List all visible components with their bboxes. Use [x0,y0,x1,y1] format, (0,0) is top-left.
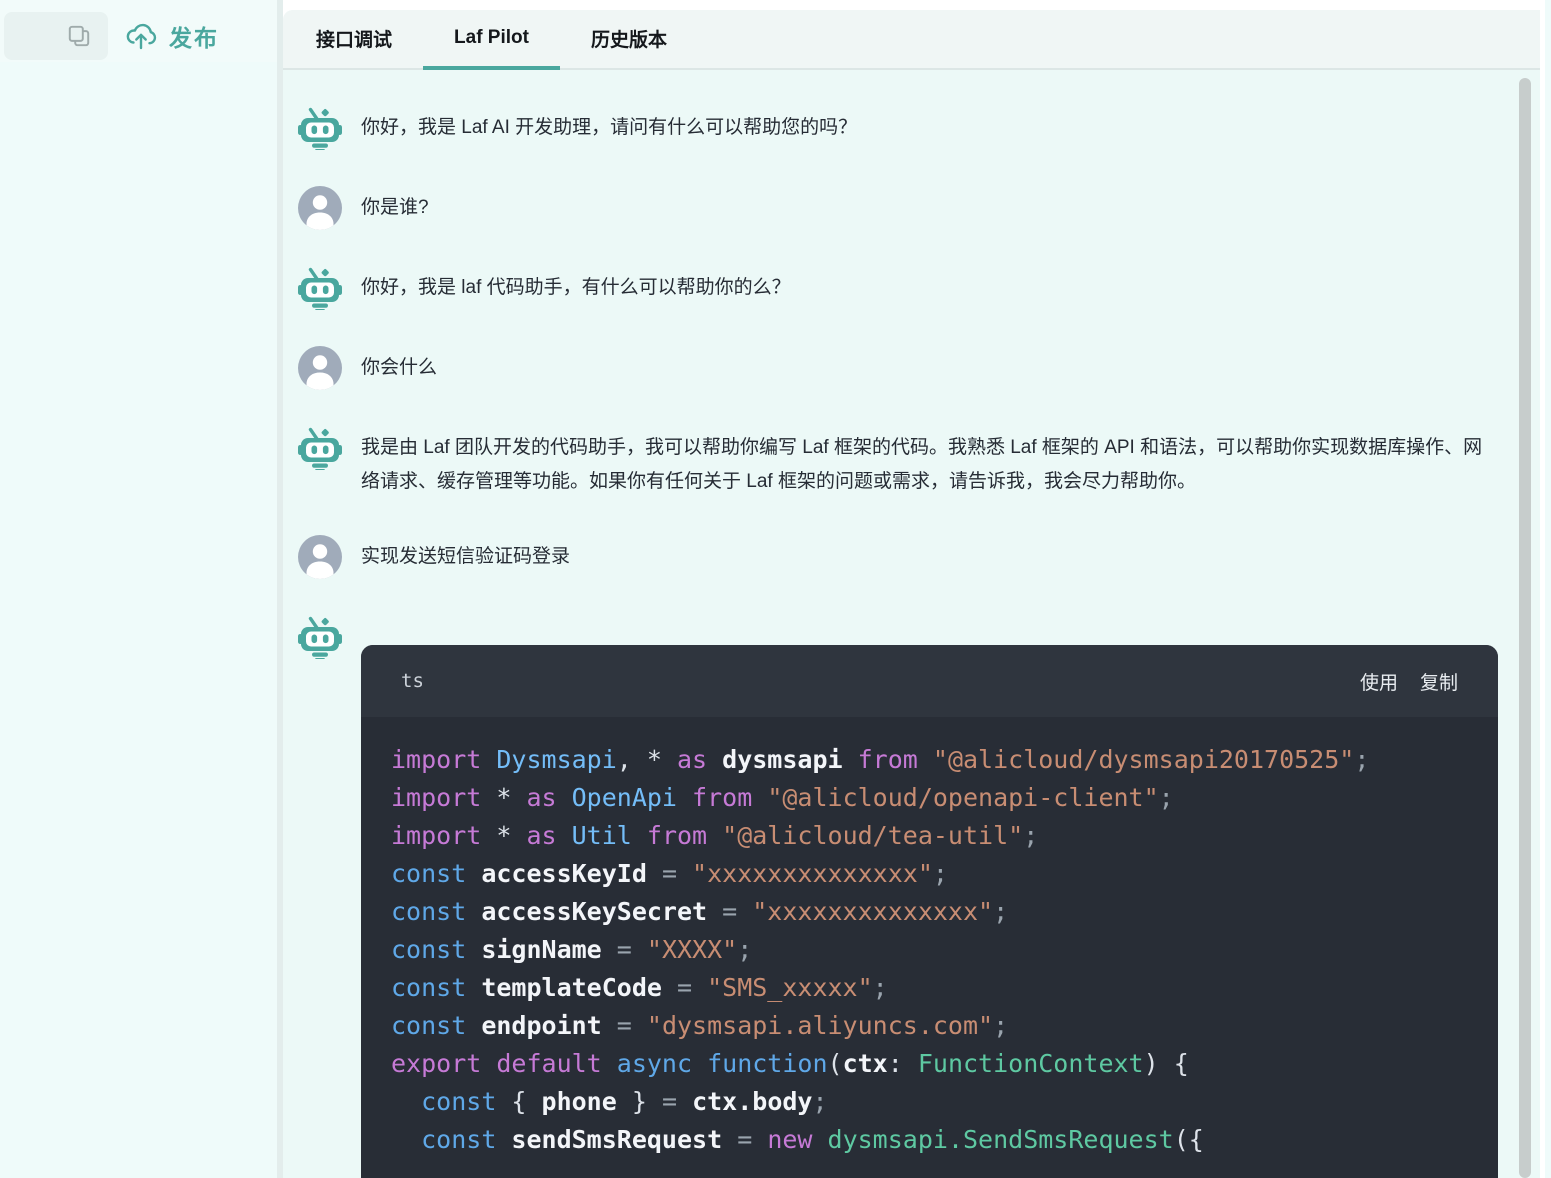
publish-button[interactable]: 发布 [116,12,227,60]
chat-area: 你好，我是 Laf AI 开发助理，请问有什么可以帮助您的吗？ 你是谁? 你好，… [283,70,1540,1178]
message-text: 你会什么 [361,351,437,385]
code-line: import * as Util from "@alicloud/tea-uti… [391,817,1468,855]
code-line: const accessKeyId = "xxxxxxxxxxxxxx"; [391,855,1468,893]
bot-avatar-icon [298,615,342,659]
message-text: 你是谁? [361,191,429,225]
code-copy-button[interactable]: 复制 [1420,668,1458,695]
code-block: ts 使用复制 import Dysmsapi, * as dysmsapi fro… [361,645,1498,1178]
chat-message-user: 你是谁? [298,186,1540,230]
message-text: 我是由 Laf 团队开发的代码助手，我可以帮助你编写 Laf 框架的代码。我熟悉… [361,431,1500,499]
code-actions: 使用复制 [1360,668,1458,695]
scrollbar-thumb[interactable] [1519,78,1531,1178]
chat-message-user: 实现发送短信验证码登录 [298,535,1540,579]
message-content: 你好，我是 laf 代码助手，有什么可以帮助你的么？ [361,266,791,305]
tab-history[interactable]: 历史版本 [560,10,698,70]
chat-message-bot: 你好，我是 Laf AI 开发助理，请问有什么可以帮助您的吗？ [298,106,1540,150]
code-line: import * as OpenApi from "@alicloud/open… [391,779,1468,817]
bot-avatar [298,266,342,310]
user-avatar [298,346,342,390]
bot-avatar-icon [298,426,342,470]
message-content: 你会什么 [361,346,437,385]
bot-avatar [298,426,342,470]
user-avatar [298,186,342,230]
message-content: 我是由 Laf 团队开发的代码助手，我可以帮助你编写 Laf 框架的代码。我熟悉… [361,426,1500,499]
user-avatar [298,535,342,579]
user-avatar-icon [298,346,342,390]
bot-avatar [298,106,342,150]
user-avatar-icon [298,535,342,579]
chat-message-bot: 你好，我是 laf 代码助手，有什么可以帮助你的么？ [298,266,1540,310]
chat-message-user: 你会什么 [298,346,1540,390]
code-line: const signName = "XXXX"; [391,931,1468,969]
code-line: export default async function(ctx: Funct… [391,1045,1468,1083]
message-content: 你好，我是 Laf AI 开发助理，请问有什么可以帮助您的吗？ [361,106,857,145]
code-language-label: ts [401,670,424,692]
publish-label: 发布 [169,19,219,53]
copy-button-group [4,12,108,60]
copy-icon[interactable] [66,23,92,49]
code-use-button[interactable]: 使用 [1360,668,1398,695]
code-line: const accessKeySecret = "xxxxxxxxxxxxxx"… [391,893,1468,931]
left-panel: 发布 [0,0,277,1178]
tab-bar: 接口调试Laf Pilot历史版本 [283,10,1540,70]
code-line: const { phone } = ctx.body; [391,1083,1468,1121]
code-line: const templateCode = "SMS_xxxxx"; [391,969,1468,1007]
user-avatar-icon [298,186,342,230]
bot-avatar-icon [298,106,342,150]
message-text: 实现发送短信验证码登录 [361,540,570,574]
code-line: const sendSmsRequest = new dysmsapi.Send… [391,1121,1468,1159]
cloud-upload-icon [124,20,158,52]
code-line: const endpoint = "dysmsapi.aliyuncs.com"… [391,1007,1468,1045]
code-line: import Dysmsapi, * as dysmsapi from "@al… [391,741,1468,779]
main-panel: 接口调试Laf Pilot历史版本 你好，我是 Laf AI 开发助理，请问有什… [283,10,1540,1178]
code-content: import Dysmsapi, * as dysmsapi from "@al… [361,717,1498,1178]
chat-message-bot: ts 使用复制 import Dysmsapi, * as dysmsapi fro… [298,615,1540,1178]
app-window: 发布 接口调试Laf Pilot历史版本 你好，我是 Laf AI 开发助理，请… [0,0,1551,1178]
left-panel-header: 发布 [0,0,277,62]
code-block-header: ts 使用复制 [361,645,1498,717]
message-content: 实现发送短信验证码登录 [361,535,570,574]
right-edge-strip [1545,0,1551,1178]
chat-message-bot: 我是由 Laf 团队开发的代码助手，我可以帮助你编写 Laf 框架的代码。我熟悉… [298,426,1540,499]
message-content: ts 使用复制 import Dysmsapi, * as dysmsapi fro… [361,615,1498,1178]
bot-avatar [298,615,342,659]
message-text: 你好，我是 laf 代码助手，有什么可以帮助你的么？ [361,271,791,305]
bot-avatar-icon [298,266,342,310]
tab-api-debug[interactable]: 接口调试 [285,10,423,70]
message-text: 你好，我是 Laf AI 开发助理，请问有什么可以帮助您的吗？ [361,111,857,145]
tab-laf-pilot[interactable]: Laf Pilot [423,10,560,70]
message-content: 你是谁? [361,186,429,225]
